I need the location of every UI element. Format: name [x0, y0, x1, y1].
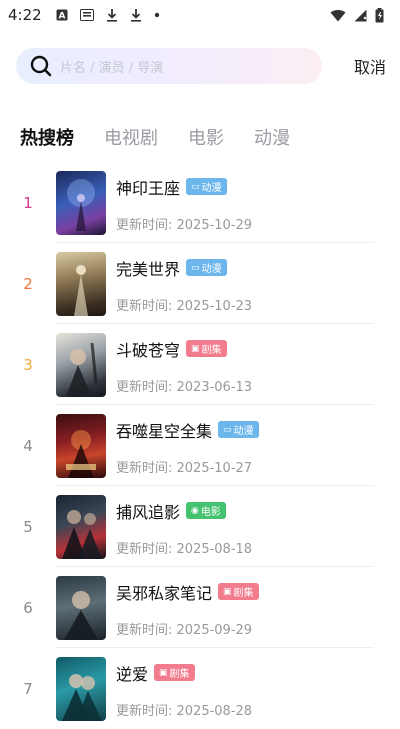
rank-number: 6	[23, 598, 33, 617]
type-badge: ▭ 动漫	[186, 178, 227, 195]
update-time: 更新时间: 2025-10-23	[116, 298, 253, 314]
search-row: 片名 / 演员 / 导演 取消	[16, 48, 386, 84]
category-tabs: 热搜榜 电视剧 电影 动漫	[20, 122, 320, 152]
status-system-icons	[330, 7, 384, 23]
rank-number: 3	[23, 355, 33, 374]
list-item[interactable]: 5 捕风追影 ◉ 电影 更新时间: 2025-08-18	[0, 486, 400, 567]
poster-thumbnail	[56, 413, 106, 478]
type-badge-label: 动漫	[201, 183, 222, 194]
play-icon: ▣	[159, 667, 168, 678]
status-time: 4:22	[8, 6, 42, 24]
item-info: 吴邪私家笔记 ▣ 剧集 更新时间: 2025-09-29	[116, 576, 259, 640]
item-title: 吴邪私家笔记	[116, 583, 213, 603]
item-title: 完美世界	[116, 259, 181, 279]
battery-icon	[375, 7, 384, 23]
rank-number: 1	[23, 193, 33, 212]
wifi-icon	[330, 9, 346, 22]
cancel-button[interactable]: 取消	[354, 50, 386, 82]
item-title: 逆爱	[116, 664, 149, 684]
update-time: 更新时间: 2023-06-13	[116, 379, 253, 395]
item-title: 吞噬星空全集	[116, 421, 213, 441]
tv-icon: ▭	[191, 181, 200, 192]
type-badge: ◉ 电影	[186, 502, 226, 519]
item-info: 斗破苍穹 ▣ 剧集 更新时间: 2023-06-13	[116, 333, 252, 397]
svg-text:A: A	[58, 12, 65, 22]
status-bar: 4:22 A	[0, 0, 400, 30]
type-badge: ▣ 剧集	[154, 664, 195, 681]
dot-icon	[154, 12, 160, 18]
ranking-list: 1 神印王座 ▭ 动漫 更新时间: 2025-10-29 2 完美世界 ▭ 动漫 更…	[0, 162, 400, 729]
poster-thumbnail	[56, 170, 106, 235]
tv-icon: ▭	[223, 424, 232, 435]
download-icon	[130, 8, 142, 22]
list-item[interactable]: 3 斗破苍穹 ▣ 剧集 更新时间: 2023-06-13	[0, 324, 400, 405]
type-badge-label: 剧集	[169, 669, 190, 680]
type-badge-label: 动漫	[201, 264, 222, 275]
type-badge-label: 动漫	[233, 426, 254, 437]
item-title: 神印王座	[116, 178, 181, 198]
rank-number: 7	[23, 679, 33, 698]
type-badge: ▭ 动漫	[186, 259, 227, 276]
list-item[interactable]: 6 吴邪私家笔记 ▣ 剧集 更新时间: 2025-09-29	[0, 567, 400, 648]
item-info: 神印王座 ▭ 动漫 更新时间: 2025-10-29	[116, 171, 252, 235]
poster-thumbnail	[56, 494, 106, 559]
tab-movie[interactable]: 电影	[188, 124, 224, 150]
type-badge: ▭ 动漫	[218, 421, 259, 438]
item-title: 斗破苍穹	[116, 340, 181, 360]
rank-number: 5	[23, 517, 33, 536]
search-placeholder: 片名 / 演员 / 导演	[60, 60, 164, 76]
signal-icon	[354, 9, 367, 22]
tv-icon: ▭	[191, 262, 200, 273]
type-badge: ▣ 剧集	[218, 583, 259, 600]
search-icon	[30, 55, 52, 77]
rank-number: 2	[23, 274, 33, 293]
list-item[interactable]: 4 吞噬星空全集 ▭ 动漫 更新时间: 2025-10-27	[0, 405, 400, 486]
tab-anime[interactable]: 动漫	[254, 124, 290, 150]
a-icon: A	[56, 9, 68, 21]
status-notification-icons: A	[56, 8, 160, 22]
update-time: 更新时间: 2025-08-28	[116, 703, 253, 719]
list-item[interactable]: 1 神印王座 ▭ 动漫 更新时间: 2025-10-29	[0, 162, 400, 243]
tab-hot-search[interactable]: 热搜榜	[20, 124, 74, 150]
update-time: 更新时间: 2025-10-29	[116, 217, 253, 233]
search-input[interactable]: 片名 / 演员 / 导演	[16, 48, 322, 84]
update-time: 更新时间: 2025-10-27	[116, 460, 253, 476]
item-title: 捕风追影	[116, 502, 181, 522]
item-info: 吞噬星空全集 ▭ 动漫 更新时间: 2025-10-27	[116, 414, 259, 478]
type-badge-label: 剧集	[201, 345, 222, 356]
film-icon: ◉	[191, 505, 199, 516]
play-icon: ▣	[223, 586, 232, 597]
type-badge-label: 剧集	[233, 588, 254, 599]
update-time: 更新时间: 2025-08-18	[116, 541, 253, 557]
list-item[interactable]: 7 逆爱 ▣ 剧集 更新时间: 2025-08-28	[0, 648, 400, 729]
update-time: 更新时间: 2025-09-29	[116, 622, 253, 638]
play-icon: ▣	[191, 343, 200, 354]
type-badge: ▣ 剧集	[186, 340, 227, 357]
list-item[interactable]: 2 完美世界 ▭ 动漫 更新时间: 2025-10-23	[0, 243, 400, 324]
poster-thumbnail	[56, 251, 106, 316]
poster-thumbnail	[56, 575, 106, 640]
poster-thumbnail	[56, 332, 106, 397]
text-icon	[79, 9, 94, 21]
tab-tv-series[interactable]: 电视剧	[104, 124, 158, 150]
download-icon	[106, 8, 118, 22]
rank-number: 4	[23, 436, 33, 455]
item-info: 完美世界 ▭ 动漫 更新时间: 2025-10-23	[116, 252, 252, 316]
item-info: 捕风追影 ◉ 电影 更新时间: 2025-08-18	[116, 495, 252, 559]
type-badge-label: 电影	[200, 507, 221, 518]
